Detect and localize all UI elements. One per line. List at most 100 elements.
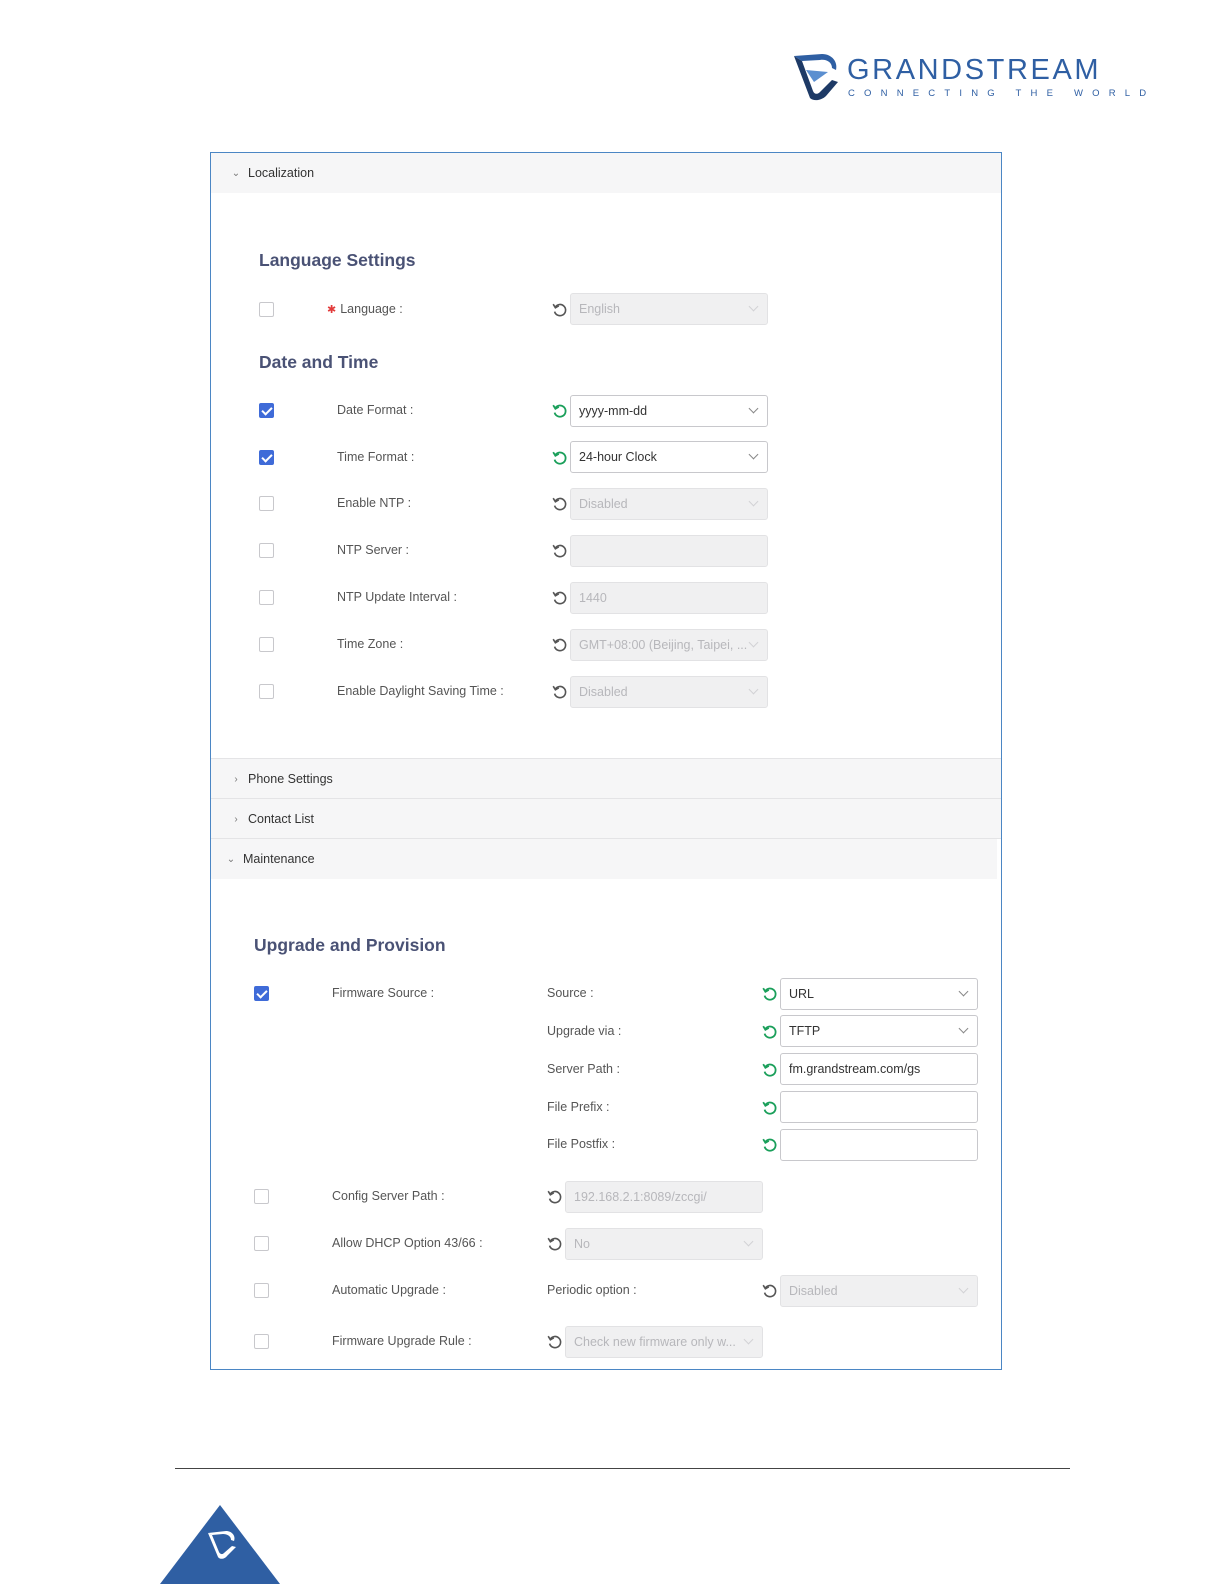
file-postfix-label: File Postfix : (547, 1137, 616, 1151)
reset-icon[interactable] (762, 1062, 778, 1078)
periodic-option-select[interactable]: Disabled (780, 1275, 978, 1307)
file-prefix-input[interactable] (780, 1091, 978, 1123)
date-time-title: Date and Time (259, 352, 379, 372)
reset-icon[interactable] (547, 1334, 563, 1350)
ntp-interval-input[interactable]: 1440 (570, 582, 768, 614)
ntp-server-label: NTP Server : (337, 543, 410, 557)
section-phone-settings[interactable]: › Phone Settings (211, 759, 1001, 799)
periodic-option-label: Periodic option : (547, 1283, 637, 1297)
upgrade-via-select[interactable]: TFTP (780, 1015, 978, 1047)
config-server-path-checkbox[interactable] (254, 1189, 269, 1204)
chevron-down-icon (748, 301, 759, 312)
dhcp-option-checkbox[interactable] (254, 1236, 269, 1251)
time-zone-label: Time Zone : (337, 637, 404, 651)
footer-logo-icon (160, 1505, 280, 1584)
reset-icon[interactable] (552, 543, 568, 559)
brand-tagline: CONNECTING THE WORLD (848, 88, 1156, 99)
section-contact-list[interactable]: › Contact List (211, 799, 1001, 839)
dst-label: Enable Daylight Saving Time : (337, 684, 504, 698)
firmware-source-checkbox[interactable] (254, 986, 269, 1001)
chevron-right-icon: › (234, 773, 238, 785)
file-postfix-input[interactable] (780, 1129, 978, 1161)
date-format-select[interactable]: yyyy-mm-dd (570, 395, 768, 427)
reset-icon[interactable] (762, 1100, 778, 1116)
time-format-select[interactable]: 24-hour Clock (570, 441, 768, 473)
chevron-right-icon: › (234, 813, 238, 825)
dst-checkbox[interactable] (259, 684, 274, 699)
grandstream-logo-icon (794, 54, 838, 101)
enable-ntp-checkbox[interactable] (259, 496, 274, 511)
firmware-rule-label: Firmware Upgrade Rule : (332, 1334, 472, 1348)
grandstream-logo: GRANDSTREAM CONNECTING THE WORLD (792, 52, 1146, 104)
section-localization-label: Localization (248, 166, 315, 180)
reset-icon[interactable] (762, 986, 778, 1002)
firmware-rule-select[interactable]: Check new firmware only w... (565, 1326, 763, 1358)
firmware-rule-checkbox[interactable] (254, 1334, 269, 1349)
reset-icon[interactable] (762, 1024, 778, 1040)
section-localization[interactable]: ⌄ Localization (211, 153, 1001, 193)
dhcp-option-select[interactable]: No (565, 1228, 763, 1260)
ntp-server-checkbox[interactable] (259, 543, 274, 558)
ntp-interval-checkbox[interactable] (259, 590, 274, 605)
time-format-checkbox[interactable] (259, 450, 274, 465)
date-format-label: Date Format : (337, 403, 414, 417)
firmware-source-label: Firmware Source : (332, 986, 435, 1000)
file-prefix-label: File Prefix : (547, 1100, 610, 1114)
chevron-down-icon (748, 449, 759, 460)
language-checkbox[interactable] (259, 302, 274, 317)
required-icon: ✱ (327, 304, 337, 316)
config-server-path-input[interactable]: 192.168.2.1:8089/zccgi/ (565, 1181, 763, 1213)
source-select[interactable]: URL (780, 978, 978, 1010)
reset-icon[interactable] (552, 637, 568, 653)
ntp-interval-label: NTP Update Interval : (337, 590, 457, 604)
language-label: ✱ Language : (327, 302, 403, 316)
section-maintenance[interactable]: ⌄ Maintenance (211, 839, 997, 879)
settings-panel: ⌄ Localization Language Settings ✱ Langua… (210, 152, 1002, 1370)
chevron-down-icon (743, 1236, 754, 1247)
time-format-label: Time Format : (337, 450, 415, 464)
section-maintenance-label: Maintenance (243, 852, 315, 866)
time-zone-select[interactable]: GMT+08:00 (Beijing, Taipei, ... (570, 629, 768, 661)
chevron-down-icon (958, 1023, 969, 1034)
dst-select[interactable]: Disabled (570, 676, 768, 708)
chevron-down-icon (748, 684, 759, 695)
section-contact-list-label: Contact List (248, 812, 315, 826)
reset-icon[interactable] (552, 684, 568, 700)
language-select[interactable]: English (570, 293, 768, 325)
chevron-down-icon (748, 496, 759, 507)
chevron-down-icon (958, 1283, 969, 1294)
reset-icon[interactable] (762, 1137, 778, 1153)
reset-icon[interactable] (552, 450, 568, 466)
reset-icon[interactable] (547, 1236, 563, 1252)
enable-ntp-label: Enable NTP : (337, 496, 412, 510)
chevron-down-icon (748, 403, 759, 414)
reset-icon[interactable] (547, 1189, 563, 1205)
chevron-down-icon: ⌄ (226, 853, 236, 865)
section-phone-settings-label: Phone Settings (248, 772, 333, 786)
time-zone-checkbox[interactable] (259, 637, 274, 652)
chevron-down-icon (958, 986, 969, 997)
auto-upgrade-checkbox[interactable] (254, 1283, 269, 1298)
language-settings-title: Language Settings (259, 250, 416, 270)
brand-name: GRANDSTREAM (847, 54, 1102, 86)
date-format-checkbox[interactable] (259, 403, 274, 418)
enable-ntp-select[interactable]: Disabled (570, 488, 768, 520)
server-path-input[interactable]: fm.grandstream.com/gs (780, 1053, 978, 1085)
chevron-down-icon (748, 637, 759, 648)
server-path-label: Server Path : (547, 1062, 620, 1076)
reset-icon[interactable] (552, 496, 568, 512)
reset-icon[interactable] (552, 590, 568, 606)
source-label: Source : (547, 986, 594, 1000)
chevron-down-icon: ⌄ (231, 167, 241, 179)
auto-upgrade-label: Automatic Upgrade : (332, 1283, 446, 1297)
chevron-down-icon (743, 1334, 754, 1345)
reset-icon[interactable] (552, 302, 568, 318)
dhcp-option-label: Allow DHCP Option 43/66 : (332, 1236, 483, 1250)
config-server-path-label: Config Server Path : (332, 1189, 445, 1203)
reset-icon[interactable] (552, 403, 568, 419)
upgrade-provision-title: Upgrade and Provision (254, 935, 446, 955)
footer-divider (175, 1468, 1070, 1469)
reset-icon[interactable] (762, 1283, 778, 1299)
ntp-server-input[interactable] (570, 535, 768, 567)
upgrade-via-label: Upgrade via : (547, 1024, 622, 1038)
